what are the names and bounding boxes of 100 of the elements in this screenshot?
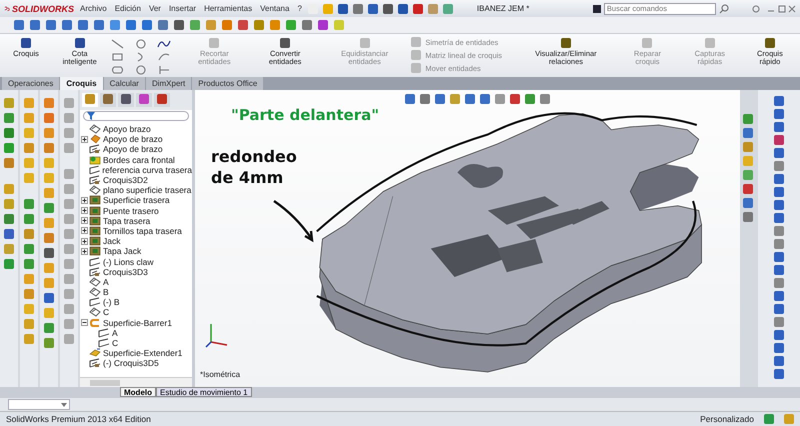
sketch-3d-icon — [89, 175, 101, 186]
sketch-tool-icon[interactable] — [157, 39, 172, 49]
tree-item[interactable]: Tapa trasera — [103, 216, 150, 226]
tree-item[interactable]: Croquis3D2 — [103, 175, 148, 186]
menu-item[interactable]: Ver — [148, 4, 161, 13]
tree-item[interactable]: Apoyo de brazo — [103, 144, 163, 154]
body-icon — [89, 246, 101, 256]
model-tab[interactable]: Modelo — [120, 387, 156, 397]
sketch-icon — [89, 297, 101, 308]
plane-icon — [89, 276, 101, 287]
tree-item[interactable]: Puente trasero — [103, 206, 159, 216]
command-icon — [592, 4, 601, 12]
toolbar-icon[interactable] — [398, 4, 408, 14]
tree-item[interactable]: Tornillos tapa trasera — [103, 226, 182, 236]
body-icon — [89, 236, 101, 246]
tree-item[interactable]: plano superficie trasera — [103, 185, 192, 196]
tree-item[interactable]: A — [103, 276, 109, 287]
menu-item[interactable]: Insertar — [168, 4, 196, 13]
sketch-icon — [98, 328, 110, 338]
tree-item[interactable]: (-) Croquis3D5 — [103, 358, 159, 368]
expand-icon[interactable] — [81, 227, 88, 234]
expand-icon[interactable] — [81, 136, 88, 143]
panel-tab[interactable] — [100, 93, 116, 107]
tree-item[interactable]: Tapa Jack — [103, 246, 142, 256]
ribbon-tab[interactable]: DimXpert — [146, 77, 192, 90]
tree-item[interactable]: Croquis3D3 — [103, 266, 148, 277]
tree-item[interactable]: C — [112, 338, 118, 348]
sketch-icon — [98, 338, 110, 348]
tool-icon[interactable] — [21, 38, 31, 48]
plane-icon — [89, 185, 101, 196]
extend-icon — [89, 348, 101, 358]
tree-item[interactable]: Superficie-Barrer1 — [103, 318, 172, 328]
expand-icon[interactable] — [81, 238, 88, 245]
toolbar-icon[interactable] — [412, 4, 423, 14]
sketch-3d-icon — [89, 144, 101, 154]
tree-item[interactable]: (-) Lions claw — [103, 256, 154, 267]
tree-item[interactable]: referencia curva trasera — [102, 164, 192, 175]
panel-tab[interactable] — [136, 93, 152, 107]
ribbon-tab[interactable]: Operaciones — [2, 77, 60, 90]
tree-item[interactable]: C — [103, 307, 110, 318]
menu-item[interactable]: Herramientas — [204, 4, 252, 13]
body-icon — [89, 216, 101, 226]
filter-field[interactable] — [83, 111, 189, 121]
axis-triad-icon — [205, 322, 229, 348]
tree-item[interactable]: Superficie trasera — [103, 195, 170, 206]
surface-icon — [89, 154, 101, 165]
horizontal-scrollbar[interactable] — [80, 377, 192, 387]
search-icon[interactable] — [718, 4, 729, 14]
units-indicator[interactable]: Personalizado — [700, 414, 754, 424]
toolbar-icon[interactable] — [338, 4, 348, 14]
tool-icon[interactable] — [560, 38, 571, 48]
expand-icon[interactable] — [81, 207, 88, 214]
tool-icon[interactable] — [764, 38, 775, 48]
panel-tab[interactable] — [118, 93, 134, 107]
menu-item[interactable]: Archivo — [80, 4, 107, 13]
sketch-3d-icon — [89, 266, 101, 277]
menu-item[interactable]: Ventana — [260, 4, 290, 13]
plane-icon — [89, 287, 101, 298]
menu-item[interactable]: ? — [297, 4, 302, 13]
tree-item[interactable]: Apoyo brazo — [103, 124, 151, 134]
configuration-dropdown[interactable] — [8, 399, 70, 410]
status-text: SolidWorks Premium 2013 x64 Edition — [6, 414, 151, 424]
expand-icon[interactable] — [81, 196, 88, 204]
plane-icon — [89, 307, 101, 318]
panel-tab[interactable] — [82, 93, 98, 107]
tool-icon[interactable] — [280, 38, 290, 48]
tree-item[interactable]: (-) B — [103, 297, 120, 308]
tool-icon[interactable] — [74, 38, 85, 48]
view-orientation-label: *Isométrica — [200, 370, 240, 379]
panel-tab[interactable] — [154, 93, 170, 107]
caret-icon — [61, 402, 67, 406]
sketch-icon — [89, 256, 101, 267]
plane-icon — [89, 124, 101, 134]
tree-item[interactable]: A — [112, 328, 118, 338]
tree-item[interactable]: Bordes cara frontal — [103, 154, 175, 165]
menu-item[interactable]: Edición — [114, 4, 141, 13]
expand-icon[interactable] — [81, 248, 88, 255]
tree-item[interactable]: Jack — [103, 236, 120, 246]
tree-item[interactable]: Apoyo de brazo — [103, 134, 163, 144]
ribbon-tab[interactable]: Productos Office — [192, 77, 264, 90]
toolbar-icon[interactable] — [382, 4, 393, 14]
body-icon — [89, 226, 101, 236]
ribbon-tab[interactable]: Croquis — [60, 77, 103, 90]
annotation-text: redondeo de 4mm — [211, 147, 298, 189]
app-logo: SOLIDWORKS — [4, 2, 74, 14]
sweep-icon — [89, 318, 101, 328]
window-controls-icon[interactable] — [752, 4, 796, 14]
collapse-icon[interactable] — [81, 319, 88, 326]
expand-icon[interactable] — [81, 217, 88, 224]
tree-item[interactable]: B — [103, 287, 109, 298]
toolbar-icon[interactable] — [368, 4, 378, 14]
toolbar-icon[interactable] — [352, 4, 363, 14]
model-tab[interactable]: Estudio de movimiento 1 — [156, 387, 252, 397]
funnel-icon — [87, 112, 95, 120]
help-icon[interactable] — [764, 414, 774, 424]
feature-icon — [89, 134, 101, 144]
document-title: IBANEZ JEM * — [476, 4, 530, 13]
ribbon-tab[interactable]: Calcular — [104, 77, 145, 90]
tree-item[interactable]: Superficie-Extender1 — [103, 348, 182, 358]
sketch-3d-icon — [89, 358, 101, 368]
